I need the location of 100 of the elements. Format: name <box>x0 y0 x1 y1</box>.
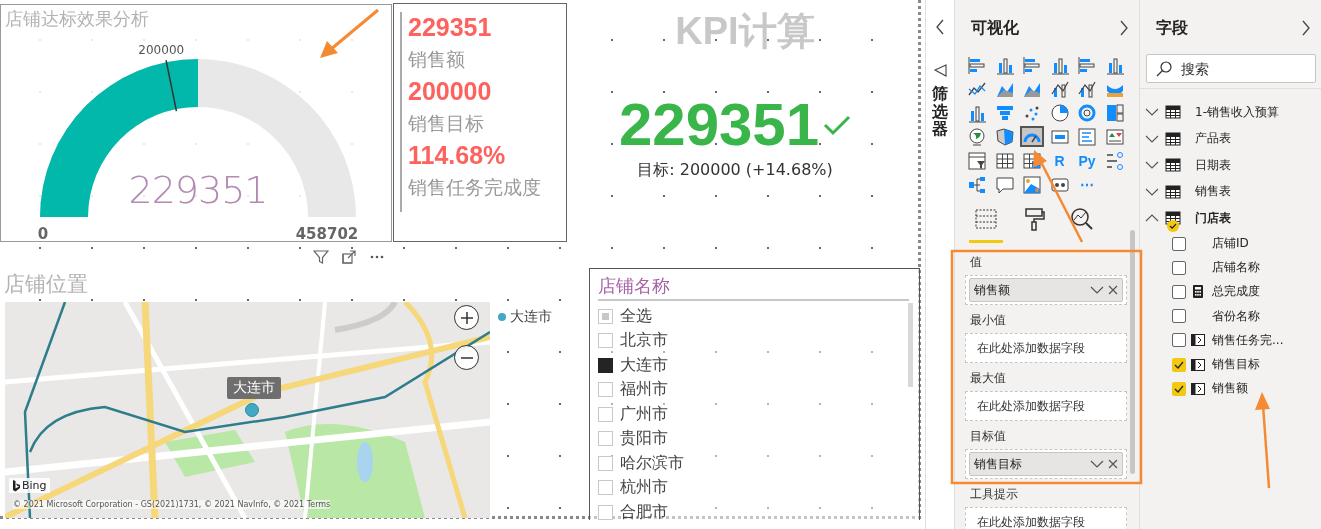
slicer-item[interactable]: 大连市 <box>598 353 668 378</box>
card-value: 114.68% <box>408 140 507 170</box>
bing-logo-icon <box>12 479 20 492</box>
field-name: 销售额 <box>974 281 1011 299</box>
scrollbar[interactable] <box>908 303 913 387</box>
min-label: 0 <box>37 225 49 243</box>
table-name[interactable]: 日期表 <box>1195 156 1231 174</box>
treemap-icon[interactable] <box>1104 102 1125 123</box>
measure-icon <box>1191 358 1205 371</box>
checkbox[interactable] <box>1172 309 1186 324</box>
expand-icon[interactable] <box>1145 160 1159 171</box>
bar-chart-icon[interactable] <box>967 54 987 75</box>
slicer-item[interactable]: 福州市 <box>598 377 668 402</box>
checkbox[interactable] <box>1172 260 1186 275</box>
field-name[interactable]: 销售额 <box>1212 380 1248 398</box>
slicer-item[interactable]: 合肥市 <box>598 500 668 525</box>
table-name[interactable]: 销售表 <box>1195 183 1231 201</box>
table-name[interactable]: 1-销售收入预算 <box>1195 103 1279 121</box>
expand-icon[interactable] <box>1145 107 1159 118</box>
slicer-item[interactable]: 哈尔滨市 <box>598 451 684 476</box>
focus-mode-icon[interactable] <box>341 249 357 265</box>
plus-icon[interactable] <box>460 311 473 324</box>
table-icon <box>1165 130 1181 147</box>
globe-icon[interactable] <box>967 126 987 147</box>
expand-icon[interactable] <box>1301 20 1311 36</box>
list-icon[interactable] <box>1077 126 1097 147</box>
visual-title: 店铺位置 <box>3 271 89 298</box>
checkbox[interactable] <box>1172 236 1186 251</box>
slicer-icon[interactable] <box>967 150 987 171</box>
filled-map-icon[interactable] <box>994 126 1015 147</box>
field-name[interactable]: 店铺名称 <box>1212 259 1260 277</box>
table-icon <box>1165 183 1181 200</box>
card-label: 销售任务完成度 <box>408 175 542 200</box>
search-field[interactable]: 搜索 <box>1146 54 1316 83</box>
card-label: 销售目标 <box>408 111 485 136</box>
table-name[interactable]: 门店表 <box>1195 209 1231 227</box>
target-marker <box>165 59 178 112</box>
chevron-down-icon[interactable] <box>1090 459 1104 469</box>
field-name[interactable]: 销售目标 <box>1212 356 1260 374</box>
slicer-item[interactable]: 杭州市 <box>598 475 668 500</box>
slicer-item[interactable]: 贵阳市 <box>598 426 668 451</box>
field-pill[interactable]: 销售目标 <box>969 452 1123 476</box>
pane-title: 可视化 <box>971 17 1019 39</box>
visual-title: 店铺达标效果分析 <box>5 7 150 31</box>
filter-icon[interactable] <box>932 63 948 79</box>
scrollbar[interactable] <box>1130 230 1135 474</box>
table-icon <box>1165 104 1181 121</box>
expand-icon[interactable] <box>1145 186 1159 197</box>
pane-title: 字段 <box>1156 17 1188 39</box>
field-name[interactable]: 销售任务完... <box>1212 331 1284 349</box>
field-name: 销售目标 <box>974 455 1023 473</box>
well-label: 工具提示 <box>970 486 1019 503</box>
gauge-value: 229351 <box>128 168 268 212</box>
table-icon <box>1165 157 1181 174</box>
checkbox[interactable] <box>1172 284 1186 299</box>
field-pill[interactable]: 销售额 <box>969 278 1123 302</box>
well-label: 最小值 <box>970 312 1007 329</box>
kpi-goal-text: 目标: 200000 (+14.68%) <box>637 160 833 181</box>
slicer-item[interactable]: 北京市 <box>598 328 668 353</box>
donut-chart-icon[interactable] <box>1077 102 1097 123</box>
field-name[interactable]: 省份名称 <box>1212 307 1260 325</box>
table-icon[interactable] <box>994 150 1015 171</box>
influencers-icon[interactable] <box>1104 150 1125 171</box>
map-attribution: Bing <box>22 479 47 492</box>
fields-icon[interactable] <box>974 207 998 231</box>
bar-chart-icon[interactable] <box>1022 54 1042 75</box>
filter-icon[interactable] <box>313 249 329 265</box>
close-icon[interactable] <box>1108 285 1118 295</box>
kpi-icon[interactable] <box>1104 126 1125 147</box>
well-label: 最大值 <box>970 370 1007 387</box>
card-value: 229351 <box>408 12 493 42</box>
magnifier-icon[interactable] <box>1070 207 1094 231</box>
expand-icon[interactable] <box>1119 20 1129 36</box>
map-tooltip: 大连市 <box>227 377 281 399</box>
kpi-value: 229351 <box>618 96 820 154</box>
expand-icon[interactable] <box>1145 133 1159 144</box>
field-name[interactable]: 店铺ID <box>1212 235 1249 253</box>
field-name[interactable]: 总完成度 <box>1212 283 1260 301</box>
collapse-icon[interactable] <box>935 19 945 35</box>
checkbox[interactable] <box>1172 333 1186 348</box>
table-name[interactable]: 产品表 <box>1195 130 1231 148</box>
chevron-down-icon[interactable] <box>1090 285 1104 295</box>
search-icon <box>1156 61 1172 77</box>
map-copyright: © 2021 Microsoft Corporation - GS(2021)1731, © 2021 NavInfo, © 2021 Terms <box>13 500 331 509</box>
collapse-icon[interactable] <box>1145 213 1159 224</box>
max-label: 458702 <box>295 225 359 243</box>
slicer-item[interactable]: 广州市 <box>598 402 668 427</box>
close-icon[interactable] <box>1108 459 1118 469</box>
slicer-item[interactable]: 全选 <box>598 304 652 329</box>
target-label: 200000 <box>138 43 185 58</box>
card-value: 200000 <box>408 76 493 106</box>
measure-icon <box>1191 334 1205 347</box>
pie-chart-icon[interactable] <box>1049 102 1070 123</box>
annotation-arrow <box>320 8 379 58</box>
fields-tab[interactable] <box>969 207 1003 243</box>
well-label: 目标值 <box>970 428 1007 445</box>
paint-roller-icon[interactable] <box>1022 207 1046 231</box>
bar-chart-icon[interactable] <box>1077 54 1097 75</box>
filters-pane-label[interactable]: 筛选器 <box>932 85 948 138</box>
card-label: 销售额 <box>408 47 466 72</box>
